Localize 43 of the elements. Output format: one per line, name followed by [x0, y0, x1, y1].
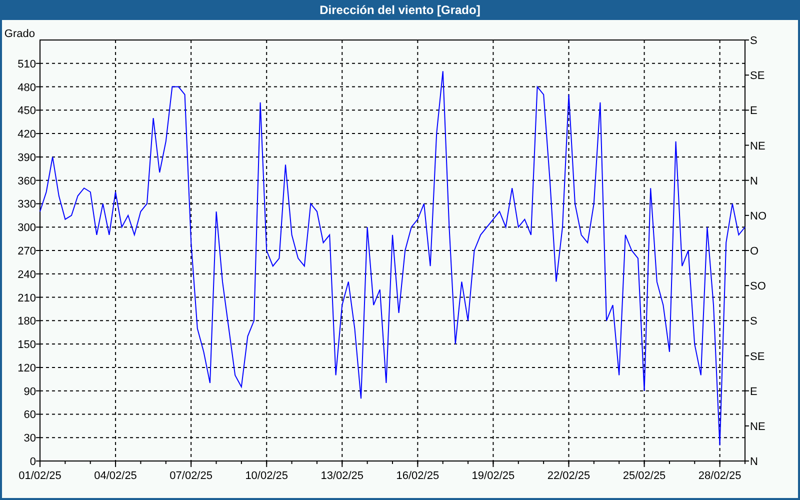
- y-tick-label: 360: [18, 175, 36, 188]
- x-tick-label: 04/02/25: [94, 470, 137, 482]
- y-tick-label: 300: [18, 222, 36, 234]
- x-tick-label: 28/02/25: [698, 470, 742, 482]
- compass-label: N: [750, 175, 758, 188]
- window-title: Dirección del viento [Grado]: [2, 0, 798, 20]
- y-tick-label: 210: [18, 292, 36, 304]
- compass-label: E: [750, 386, 758, 398]
- x-tick-label: 25/02/25: [622, 470, 666, 482]
- y-tick-label: 240: [18, 268, 36, 281]
- y-tick-label: 330: [18, 198, 36, 211]
- y-tick-label: 480: [18, 82, 36, 94]
- y-tick-label: 390: [18, 152, 36, 164]
- y-tick-label: 510: [18, 58, 36, 70]
- y-tick-label: 270: [18, 246, 36, 258]
- compass-label: S: [750, 35, 758, 47]
- y-axis-label: Grado: [4, 28, 35, 40]
- x-tick-label: 19/02/25: [472, 470, 515, 482]
- compass-label: N: [750, 456, 758, 468]
- compass-label: NE: [750, 420, 766, 433]
- x-tick-label: 07/02/25: [170, 470, 212, 482]
- compass-label: S: [750, 316, 758, 328]
- y-tick-label: 90: [24, 386, 36, 398]
- y-tick-label: 180: [18, 316, 36, 328]
- compass-label: NO: [750, 210, 766, 222]
- compass-label: O: [750, 246, 759, 258]
- x-tick-label: 22/02/25: [547, 470, 590, 482]
- compass-label: SE: [750, 350, 765, 363]
- compass-label: E: [750, 105, 758, 118]
- x-tick-label: 16/02/25: [396, 470, 440, 482]
- y-tick-label: 60: [24, 409, 36, 422]
- x-tick-label: 01/02/25: [18, 470, 62, 482]
- compass-label: SE: [750, 70, 765, 82]
- x-tick-label: 13/02/25: [320, 470, 364, 482]
- x-tick-label: 10/02/25: [245, 470, 288, 482]
- y-tick-label: 30: [24, 432, 36, 445]
- compass-label: NE: [750, 140, 766, 152]
- y-tick-label: 420: [18, 128, 36, 141]
- y-tick-label: 450: [18, 105, 36, 118]
- y-tick-label: 150: [18, 339, 36, 352]
- y-tick-label: 120: [18, 362, 36, 374]
- y-tick-label: 0: [30, 456, 36, 468]
- compass-label: SO: [750, 280, 766, 293]
